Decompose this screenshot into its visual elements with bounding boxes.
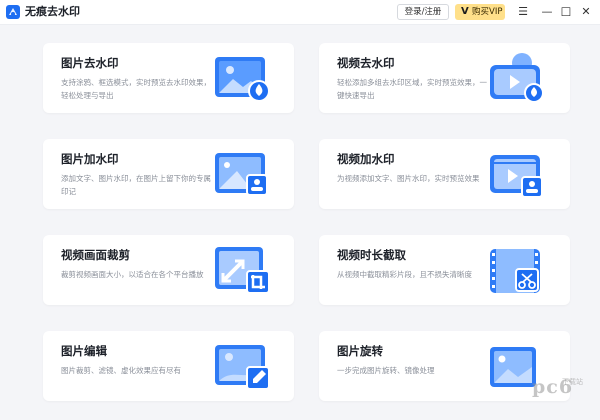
card-video-crop[interactable]: 视频画面裁剪 裁剪视频画面大小，以适合在各个平台播放 (43, 235, 294, 305)
buy-vip-button[interactable]: V 购买VIP (455, 4, 505, 20)
minimize-icon[interactable]: — (539, 4, 555, 20)
card-image-rotate[interactable]: 图片旋转 一步完成图片旋转、镜像处理 (319, 331, 570, 401)
crop-icon (211, 243, 275, 299)
card-title: 图片旋转 (337, 344, 383, 358)
video-add-watermark-icon (484, 147, 548, 203)
card-title: 图片编辑 (61, 344, 107, 358)
menu-icon[interactable]: ☰ (515, 4, 531, 20)
card-video-remove-watermark[interactable]: 视频去水印 轻松添加多组去水印区域，实时预览效果，一键快速导出 (319, 43, 570, 113)
app-logo-icon (6, 5, 20, 19)
card-title: 图片加水印 (61, 152, 119, 166)
image-rotate-icon (484, 339, 548, 395)
card-title: 视频画面裁剪 (61, 248, 130, 262)
card-image-edit[interactable]: 图片编辑 图片裁剪、滤镜、虚化效果应有尽有 (43, 331, 294, 401)
close-icon[interactable]: ✕ (578, 4, 594, 20)
card-image-add-watermark[interactable]: 图片加水印 添加文字、图片水印，在图片上留下你的专属印记 (43, 139, 294, 209)
card-description: 图片裁剪、滤镜、虚化效果应有尽有 (61, 366, 181, 375)
image-add-watermark-icon (211, 147, 275, 203)
buy-vip-label: 购买VIP (472, 7, 503, 17)
image-edit-icon (211, 339, 275, 395)
card-title: 视频加水印 (337, 152, 395, 166)
card-description: 裁剪视频画面大小，以适合在各个平台播放 (61, 270, 204, 279)
card-description: 为视频添加文字、图片水印，实时预览效果 (337, 174, 480, 183)
card-image-remove-watermark[interactable]: 图片去水印 支持涂鸦、框选模式，实时预览去水印效果，轻松处理与导出 (43, 43, 294, 113)
card-description: 添加文字、图片水印，在图片上留下你的专属印记 (61, 174, 211, 196)
image-erase-icon (211, 51, 275, 107)
card-description: 一步完成图片旋转、镜像处理 (337, 366, 435, 375)
app-title: 无痕去水印 (25, 5, 80, 18)
card-description: 从视频中截取精彩片段，且不损失清晰度 (337, 270, 472, 279)
card-title: 图片去水印 (61, 56, 119, 70)
card-title: 视频时长截取 (337, 248, 406, 262)
video-erase-icon (484, 51, 548, 107)
card-video-add-watermark[interactable]: 视频加水印 为视频添加文字、图片水印，实时预览效果 (319, 139, 570, 209)
vip-icon: V (461, 6, 469, 17)
card-description: 轻松添加多组去水印区域，实时预览效果，一键快速导出 (337, 78, 487, 100)
login-register-button[interactable]: 登录/注册 (397, 4, 449, 20)
title-bar: 无痕去水印 登录/注册 V 购买VIP ☰ — ☐ ✕ (0, 0, 600, 25)
card-video-trim[interactable]: 视频时长截取 从视频中截取精彩片段，且不损失清晰度 (319, 235, 570, 305)
card-title: 视频去水印 (337, 56, 395, 70)
card-description: 支持涂鸦、框选模式，实时预览去水印效果，轻松处理与导出 (61, 78, 211, 100)
video-trim-icon (484, 243, 548, 299)
maximize-icon[interactable]: ☐ (558, 4, 574, 20)
